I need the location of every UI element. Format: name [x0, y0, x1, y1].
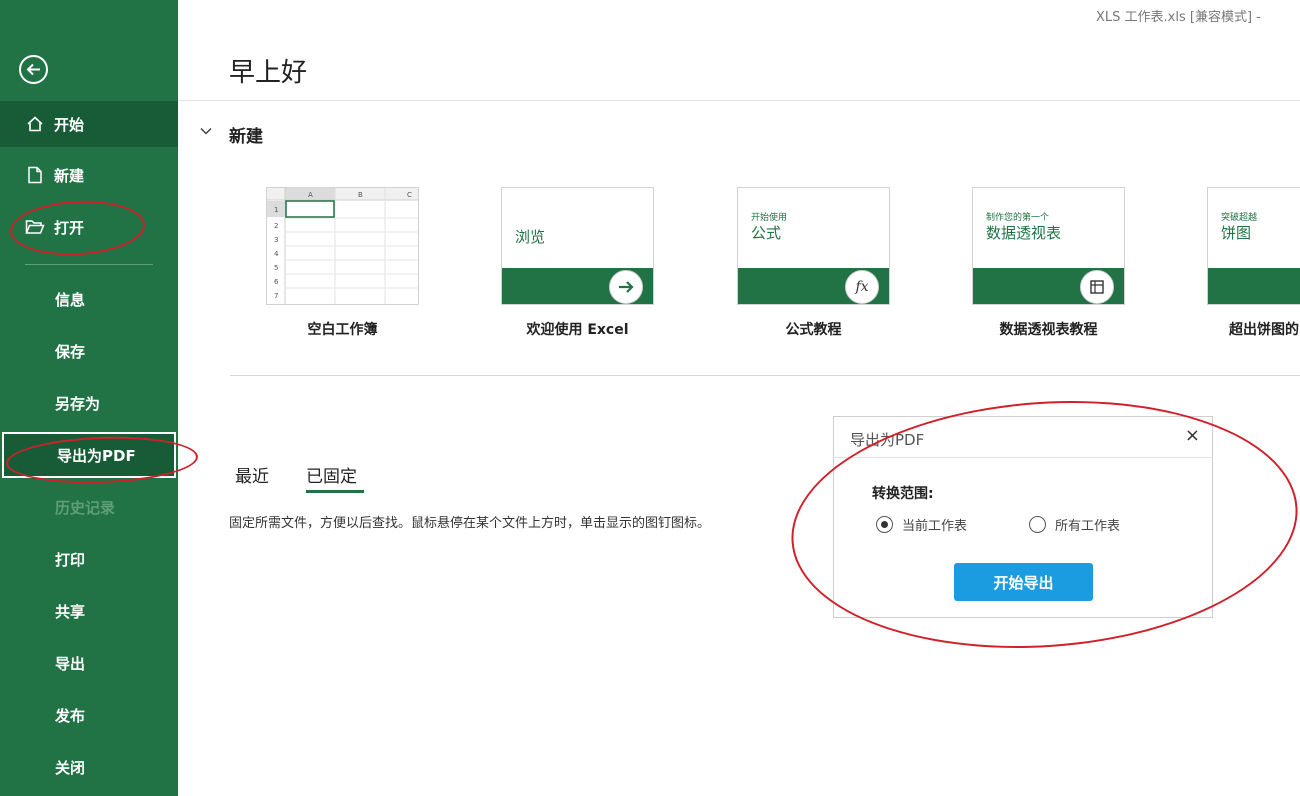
template-label: 超出饼图的: [1229, 322, 1299, 338]
sidebar-item-history: 历史记录: [0, 484, 178, 530]
window-title: XLS 工作表.xls [兼容模式] -: [1096, 10, 1261, 25]
tab-active-indicator: [306, 490, 364, 493]
template-blank-workbook[interactable]: A B C 1 2 3 4 5 6 7: [266, 187, 419, 305]
sidebar-item-print[interactable]: 打印: [0, 536, 178, 582]
folder-open-icon: [24, 216, 46, 238]
radio-label: 当前工作表: [902, 519, 968, 534]
sidebar-item-label: 开始: [54, 115, 85, 134]
radio-label: 所有工作表: [1055, 519, 1121, 534]
sidebar-item-label: 导出为PDF: [57, 446, 136, 465]
grid-col-label: B: [358, 191, 363, 199]
close-icon[interactable]: ×: [1185, 425, 1200, 446]
template-label: 空白工作簿: [307, 322, 378, 338]
divider: [230, 375, 1300, 376]
tab-pinned[interactable]: 已固定: [306, 462, 357, 487]
radio-all-sheets[interactable]: 所有工作表: [1029, 515, 1120, 534]
chevron-down-icon[interactable]: [200, 124, 212, 140]
grid-row-label: 1: [274, 206, 278, 214]
sidebar-item-label: 另存为: [55, 394, 101, 413]
sidebar-item-label: 发布: [55, 706, 86, 725]
template-band: [1208, 268, 1300, 304]
sidebar-item-close[interactable]: 关闭: [0, 744, 178, 790]
range-label: 转换范围:: [872, 486, 934, 502]
start-export-button[interactable]: 开始导出: [954, 563, 1093, 601]
sidebar-item-save[interactable]: 保存: [0, 328, 178, 374]
radio-current-sheet[interactable]: 当前工作表: [876, 515, 967, 534]
export-pdf-dialog: 导出为PDF × 转换范围: 当前工作表 所有工作表 开始导出: [833, 416, 1213, 618]
sidebar-item-label: 关闭: [55, 758, 86, 777]
grid-col-label: C: [407, 191, 412, 199]
grid-row-label: 6: [274, 278, 279, 286]
backstage-sidebar: 开始 新建 打开 信息 保存 另存为 导出为PDF 历史记录 打印 共享 导出 …: [0, 0, 178, 796]
sidebar-item-label: 历史记录: [55, 498, 116, 517]
sidebar-item-label: 新建: [54, 166, 85, 185]
sidebar-item-label: 信息: [55, 290, 86, 309]
template-formula-tutorial[interactable]: 开始使用 公式 fx: [737, 187, 890, 305]
sidebar-item-label: 保存: [55, 342, 86, 361]
sidebar-divider: [25, 264, 153, 265]
grid-row-label: 4: [274, 250, 279, 258]
function-fx-icon: fx: [845, 270, 879, 304]
template-label: 数据透视表教程: [999, 322, 1098, 338]
back-arrow-icon[interactable]: [19, 55, 48, 84]
grid-row-label: 5: [274, 264, 278, 272]
template-label: 欢迎使用 Excel: [526, 322, 629, 338]
sidebar-item-save-as[interactable]: 另存为: [0, 380, 178, 426]
divider: [178, 100, 1300, 101]
pivot-table-icon: [1080, 270, 1114, 304]
sidebar-item-label: 导出: [55, 654, 86, 673]
grid-col-label: A: [308, 191, 313, 199]
sidebar-item-open[interactable]: 打开: [0, 204, 178, 250]
sidebar-item-new[interactable]: 新建: [0, 152, 178, 198]
grid-row-label: 7: [274, 292, 278, 300]
dialog-title: 导出为PDF: [850, 431, 925, 449]
template-card-big: 饼图: [1221, 224, 1252, 242]
sidebar-item-export-pdf[interactable]: 导出为PDF: [2, 432, 176, 478]
home-icon: [24, 113, 46, 135]
sidebar-item-export[interactable]: 导出: [0, 640, 178, 686]
blank-grid-thumbnail: A B C 1 2 3 4 5 6 7: [267, 188, 418, 304]
template-welcome-excel[interactable]: 浏览: [501, 187, 654, 305]
template-card-big: 公式: [751, 224, 782, 242]
section-title-new: 新建: [229, 127, 263, 147]
template-pie-chart[interactable]: 突破超越 饼图: [1207, 187, 1300, 305]
sidebar-item-home[interactable]: 开始: [0, 101, 178, 147]
sidebar-item-label: 打印: [55, 550, 86, 569]
grid-row-label: 2: [274, 222, 278, 230]
new-file-icon: [24, 164, 46, 186]
sidebar-item-share[interactable]: 共享: [0, 588, 178, 634]
sidebar-item-label: 共享: [55, 602, 86, 621]
template-pivot-tutorial[interactable]: 制作您的第一个 数据透视表: [972, 187, 1125, 305]
radio-selected-icon[interactable]: [876, 516, 893, 533]
arrow-right-icon: [609, 270, 643, 304]
sidebar-item-info[interactable]: 信息: [0, 276, 178, 322]
template-card-big: 数据透视表: [986, 224, 1062, 242]
pinned-hint-text: 固定所需文件，方便以后查找。鼠标悬停在某个文件上方时，单击显示的图钉图标。: [229, 516, 711, 531]
template-label: 公式教程: [785, 322, 842, 338]
grid-row-label: 3: [274, 236, 278, 244]
tab-recent[interactable]: 最近: [235, 462, 269, 487]
sidebar-item-label: 打开: [54, 218, 85, 237]
template-card-text: 浏览: [515, 228, 546, 246]
sidebar-item-publish[interactable]: 发布: [0, 692, 178, 738]
radio-unselected-icon[interactable]: [1029, 516, 1046, 533]
page-title: 早上好: [229, 58, 308, 88]
dialog-divider: [834, 457, 1212, 458]
